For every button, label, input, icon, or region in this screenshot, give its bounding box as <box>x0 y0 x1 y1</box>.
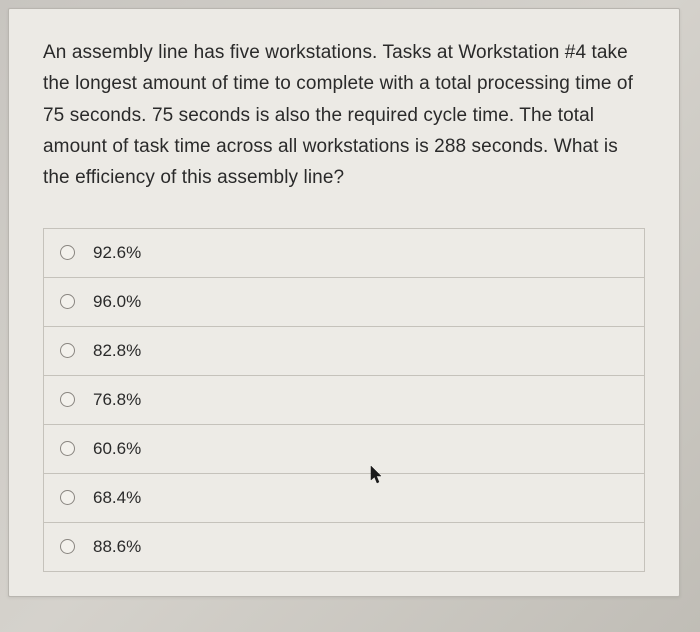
radio-icon[interactable] <box>60 245 75 260</box>
radio-icon[interactable] <box>60 294 75 309</box>
option-row[interactable]: 96.0% <box>44 278 644 327</box>
radio-icon[interactable] <box>60 539 75 554</box>
option-row[interactable]: 82.8% <box>44 327 644 376</box>
option-label: 96.0% <box>93 292 141 312</box>
radio-icon[interactable] <box>60 490 75 505</box>
option-label: 68.4% <box>93 488 141 508</box>
option-label: 88.6% <box>93 537 141 557</box>
option-row[interactable]: 60.6% <box>44 425 644 474</box>
option-row[interactable]: 76.8% <box>44 376 644 425</box>
radio-icon[interactable] <box>60 343 75 358</box>
option-row[interactable]: 88.6% <box>44 523 644 571</box>
option-label: 60.6% <box>93 439 141 459</box>
radio-icon[interactable] <box>60 441 75 456</box>
question-card: An assembly line has five workstations. … <box>8 8 680 597</box>
option-row[interactable]: 92.6% <box>44 229 644 278</box>
option-row[interactable]: 68.4% <box>44 474 644 523</box>
radio-icon[interactable] <box>60 392 75 407</box>
option-label: 92.6% <box>93 243 141 263</box>
options-group: 92.6% 96.0% 82.8% 76.8% 60.6% 68.4% 88.6… <box>43 228 645 572</box>
question-text: An assembly line has five workstations. … <box>43 37 645 194</box>
option-label: 76.8% <box>93 390 141 410</box>
option-label: 82.8% <box>93 341 141 361</box>
